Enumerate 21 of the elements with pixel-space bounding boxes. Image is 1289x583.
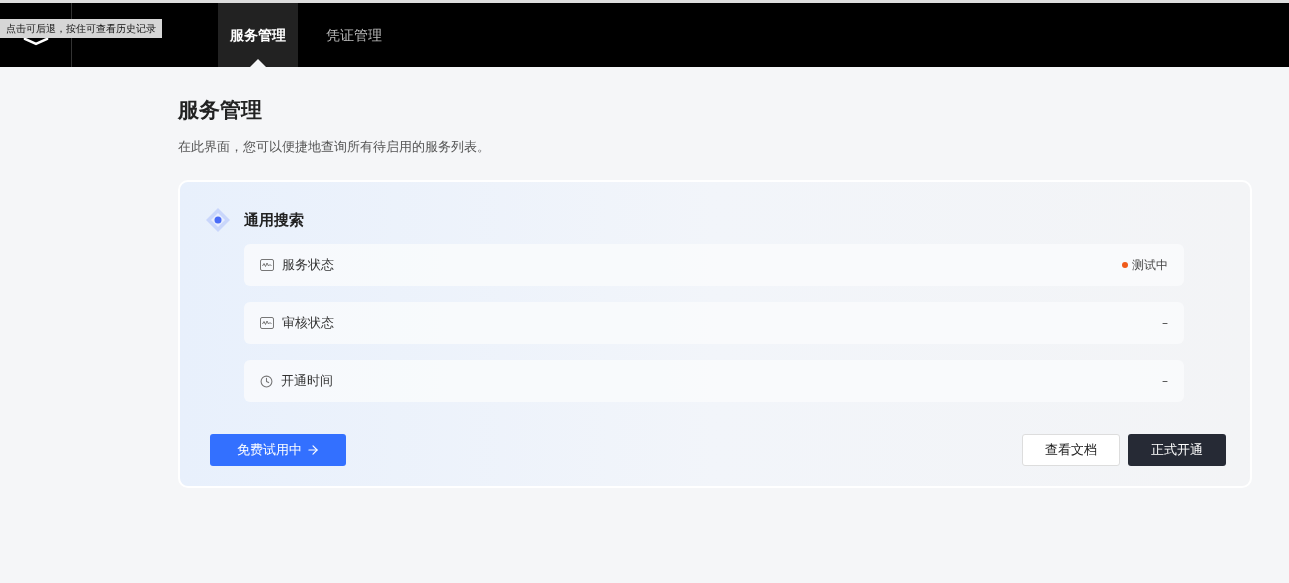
nav-tab[interactable]: 凭证管理 <box>314 3 394 67</box>
activate-button[interactable]: 正式开通 <box>1128 434 1226 466</box>
trial-button[interactable]: 免费试用中 <box>210 434 346 466</box>
view-docs-button[interactable]: 查看文档 <box>1022 434 1120 466</box>
card-title: 通用搜索 <box>244 209 304 231</box>
nav-tab[interactable]: 服务管理 <box>218 3 298 67</box>
row-label: 服务状态 <box>282 256 334 275</box>
row-label: 开通时间 <box>281 372 333 391</box>
page-title: 服务管理 <box>178 97 263 124</box>
row-value: – <box>1162 315 1168 332</box>
tooltip: 点击可后退，按住可查看历史记录 <box>0 19 162 38</box>
arrow-right-icon <box>305 443 320 457</box>
row-value: 测试中 <box>1132 257 1168 274</box>
clock-icon <box>260 374 273 388</box>
row-label: 审核状态 <box>282 314 334 333</box>
monitor-icon <box>260 317 274 329</box>
active-indicator-icon <box>250 59 266 67</box>
diamond-icon <box>204 206 232 234</box>
row-value: – <box>1162 373 1168 390</box>
monitor-icon <box>260 259 274 271</box>
page-description: 在此界面，您可以便捷地查询所有待启用的服务列表。 <box>178 137 491 156</box>
